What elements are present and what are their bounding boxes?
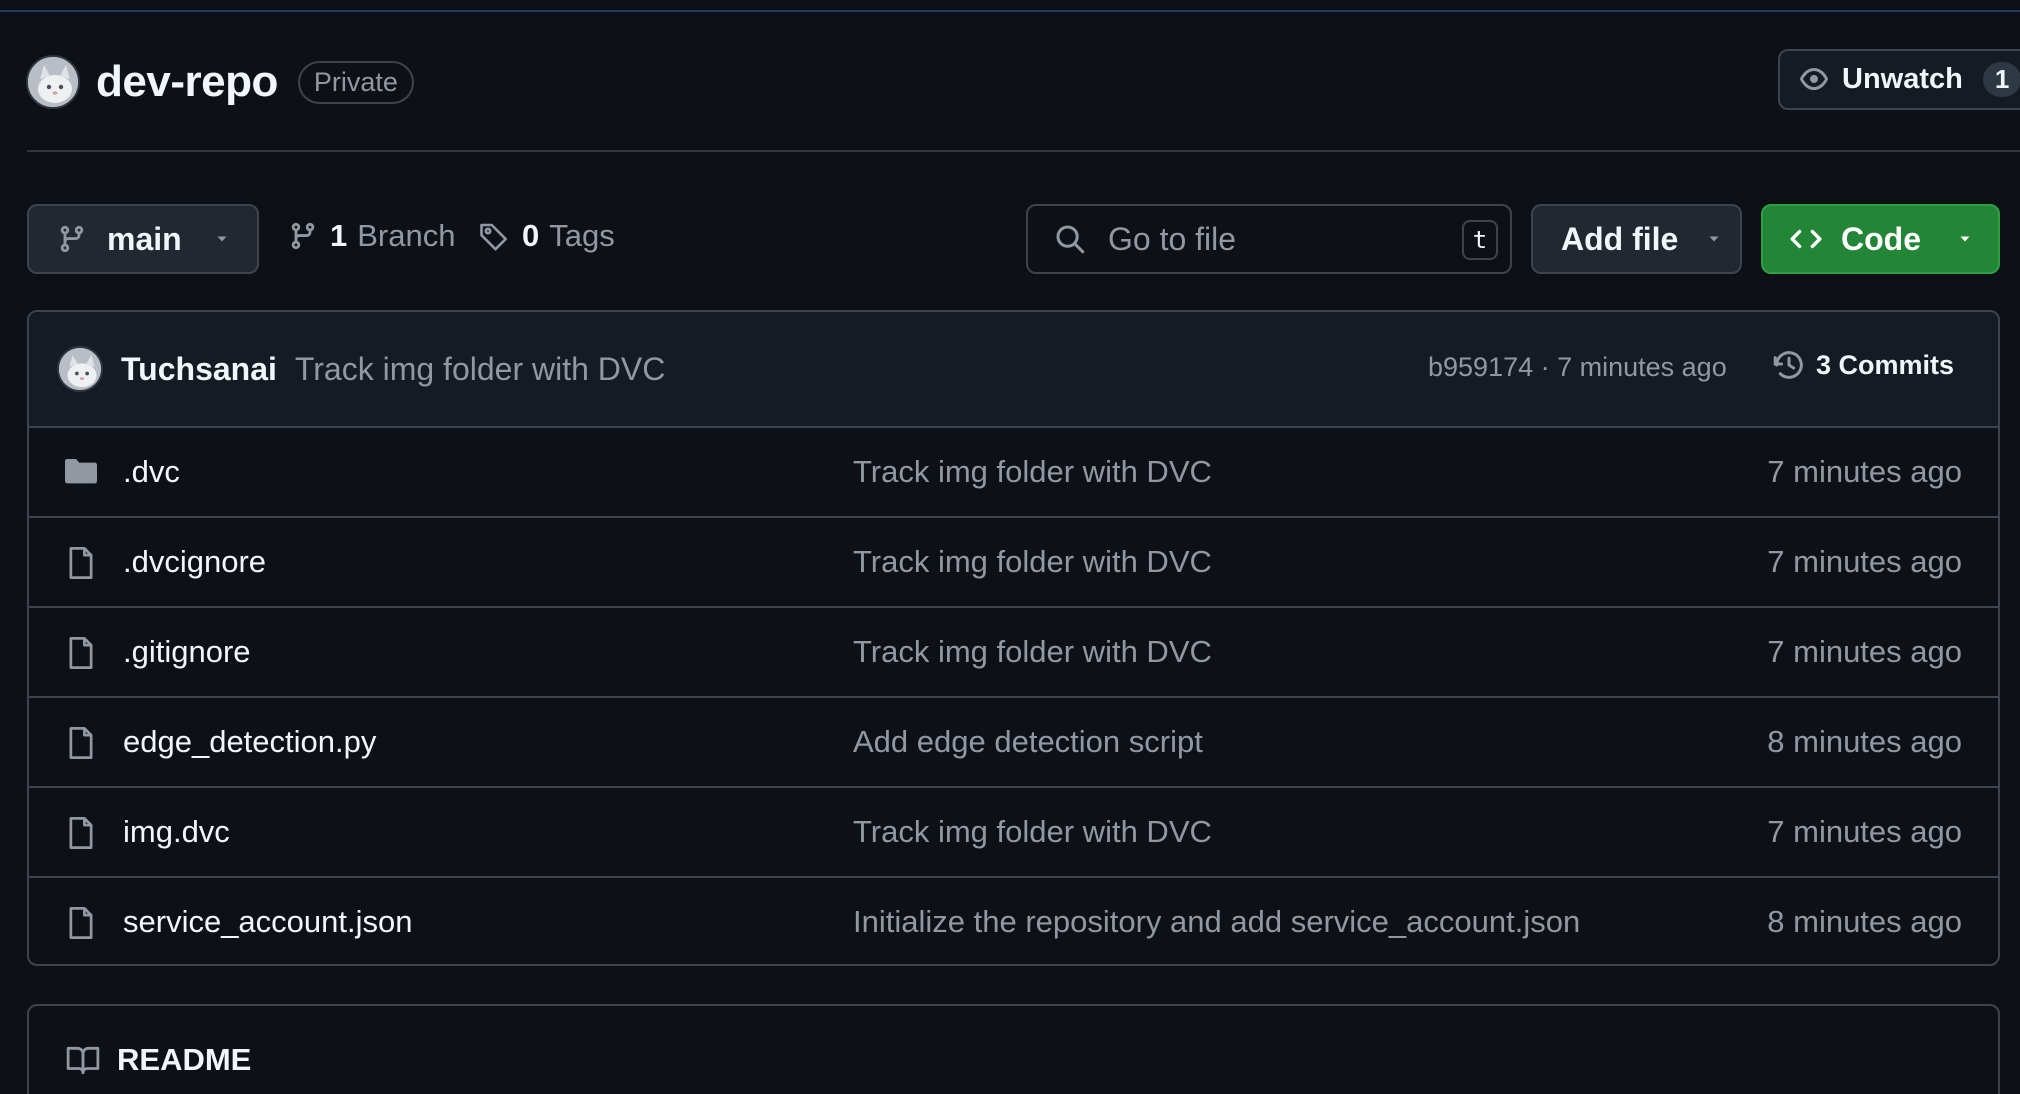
file-row-gitignore[interactable]: .gitignore Track img folder with DVC 7 m…: [29, 608, 1998, 698]
unwatch-label: Unwatch: [1842, 63, 1963, 95]
tag-label: Tags: [549, 218, 615, 253]
commits-count: 3 Commits: [1816, 349, 1955, 380]
file-row-dvcignore[interactable]: .dvcignore Track img folder with DVC 7 m…: [29, 518, 1998, 608]
eye-icon: [1800, 67, 1828, 90]
visibility-badge: Private: [297, 60, 414, 104]
file-commit-message[interactable]: Track img folder with DVC: [853, 454, 1212, 490]
latest-commit-bar: Tuchsanai Track img folder with DVC b959…: [29, 312, 1998, 428]
branch-label: Branch: [357, 218, 456, 253]
readme-panel: README: [27, 1004, 2000, 1094]
owner-avatar[interactable]: [26, 55, 80, 109]
repo-name[interactable]: dev-repo: [96, 57, 278, 107]
watchers-count: 1: [1982, 62, 2020, 97]
file-commit-time: 7 minutes ago: [1767, 454, 1962, 489]
go-to-file-input[interactable]: Go to file t: [1026, 204, 1512, 274]
chevron-down-icon: [1709, 236, 1719, 242]
header-divider: [27, 150, 2020, 152]
search-placeholder: Go to file: [1108, 220, 1237, 257]
add-file-button[interactable]: Add file: [1531, 204, 1742, 274]
commit-author-avatar[interactable]: [57, 346, 103, 392]
git-branch-icon: [291, 222, 315, 250]
top-border: [0, 0, 2020, 12]
chevron-down-icon: [217, 236, 227, 242]
file-commit-time: 7 minutes ago: [1767, 814, 1962, 849]
file-row-img-dvc[interactable]: img.dvc Track img folder with DVC 7 minu…: [29, 788, 1998, 878]
chevron-down-icon: [1960, 236, 1970, 242]
commit-message[interactable]: Track img folder with DVC: [295, 351, 665, 388]
branch-select-button[interactable]: main: [27, 204, 259, 274]
file-name[interactable]: service_account.json: [123, 904, 413, 940]
file-row-service-account[interactable]: service_account.json Initialize the repo…: [29, 878, 1998, 964]
file-commit-message[interactable]: Initialize the repository and add servic…: [853, 904, 1580, 940]
file-commit-message[interactable]: Track img folder with DVC: [853, 814, 1212, 850]
keyboard-shortcut-hint: t: [1462, 220, 1498, 260]
readme-header[interactable]: README: [65, 1042, 251, 1078]
search-icon: [1056, 225, 1085, 254]
file-commit-message[interactable]: Track img folder with DVC: [853, 634, 1212, 670]
readme-title: README: [117, 1042, 252, 1077]
add-file-label: Add file: [1561, 220, 1679, 257]
file-commit-time: 8 minutes ago: [1767, 724, 1962, 759]
branch-name: main: [107, 220, 182, 257]
file-commit-time: 7 minutes ago: [1767, 634, 1962, 669]
tag-count: 0: [522, 218, 540, 253]
file-name[interactable]: .gitignore: [123, 634, 251, 670]
file-icon: [69, 547, 93, 579]
file-name[interactable]: .dvcignore: [123, 544, 266, 580]
tags-link[interactable]: 0 Tags: [478, 218, 615, 254]
file-name[interactable]: img.dvc: [123, 814, 230, 850]
git-branch-icon: [60, 225, 84, 253]
code-button[interactable]: Code: [1761, 204, 2000, 274]
folder-icon: [65, 459, 97, 484]
code-icon: [1790, 229, 1822, 249]
file-row-edge-detection[interactable]: edge_detection.py Add edge detection scr…: [29, 698, 1998, 788]
file-commit-message[interactable]: Add edge detection script: [853, 724, 1203, 760]
commits-history-link[interactable]: 3 Commits: [1772, 348, 1954, 382]
file-name[interactable]: .dvc: [123, 454, 180, 490]
file-commit-time: 7 minutes ago: [1767, 544, 1962, 579]
repo-header: dev-repo Private: [26, 54, 414, 110]
commit-author[interactable]: Tuchsanai: [121, 351, 277, 388]
book-icon: [66, 1046, 100, 1075]
file-commit-message[interactable]: Track img folder with DVC: [853, 544, 1212, 580]
file-icon: [69, 727, 93, 759]
file-browser: Tuchsanai Track img folder with DVC b959…: [27, 310, 2000, 966]
commit-hash-and-time[interactable]: b959174 · 7 minutes ago: [1428, 352, 1727, 383]
code-label: Code: [1841, 220, 1921, 257]
file-icon: [69, 907, 93, 939]
file-icon: [69, 637, 93, 669]
branch-count: 1: [330, 218, 348, 253]
file-icon: [69, 817, 93, 849]
tag-icon: [480, 223, 507, 251]
file-row-dvc[interactable]: .dvc Track img folder with DVC 7 minutes…: [29, 428, 1998, 518]
file-commit-time: 8 minutes ago: [1767, 904, 1962, 939]
history-icon: [1773, 351, 1803, 379]
unwatch-button[interactable]: Unwatch 1: [1778, 49, 2020, 110]
file-name[interactable]: edge_detection.py: [123, 724, 376, 760]
branches-link[interactable]: 1 Branch: [288, 218, 455, 254]
